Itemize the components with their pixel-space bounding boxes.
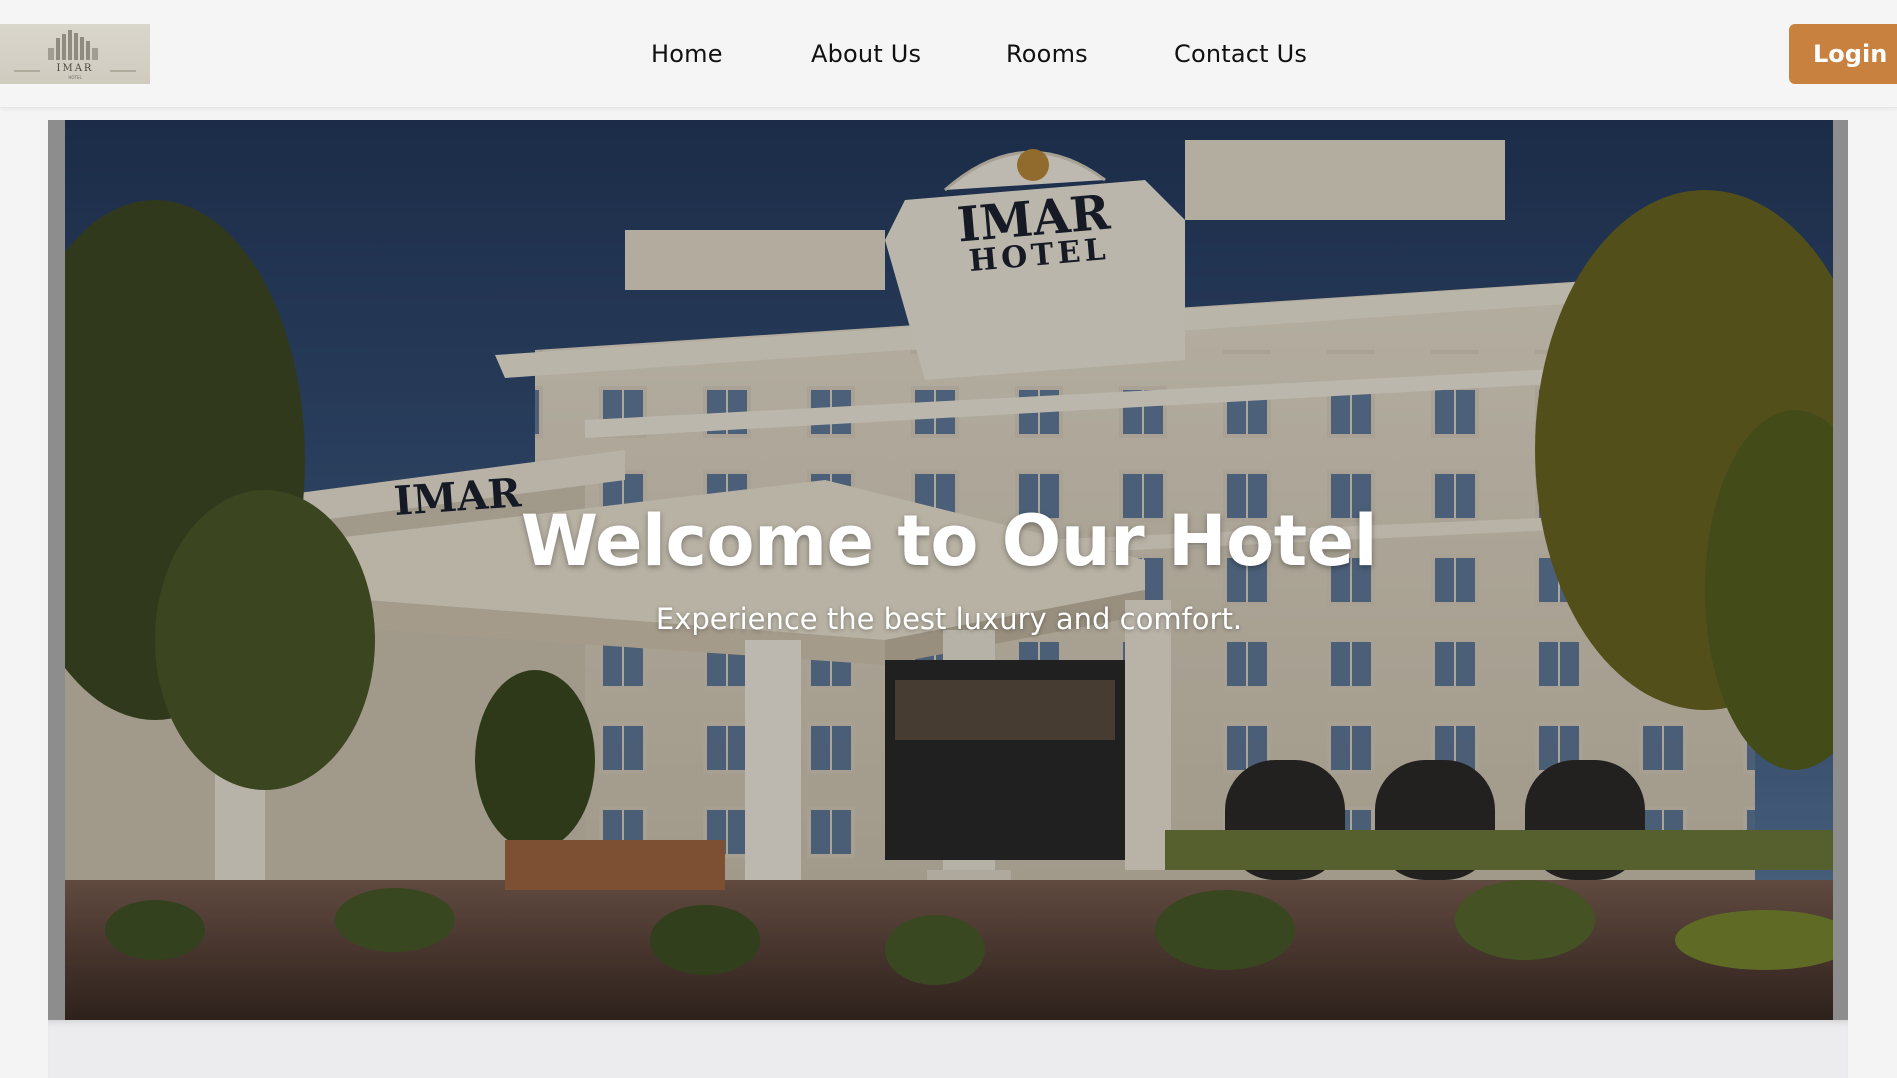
site-header: IMAR HOTEL Home About Us Rooms Contact U…: [0, 0, 1897, 108]
main-nav: Home About Us Rooms Contact Us: [0, 40, 1897, 72]
nav-about-us[interactable]: About Us: [811, 40, 921, 68]
hero-subtitle: Experience the best luxury and comfort.: [655, 602, 1243, 636]
nav-home[interactable]: Home: [651, 40, 723, 68]
nav-rooms[interactable]: Rooms: [1006, 40, 1088, 68]
content-section-top: [48, 1020, 1848, 1078]
hero-banner: IMAR HOTEL IMAR Welcome to Our Hotel Exp…: [65, 120, 1833, 1020]
svg-text:HOTEL: HOTEL: [68, 75, 82, 80]
nav-contact-us[interactable]: Contact Us: [1174, 40, 1307, 68]
hero-title: Welcome to Our Hotel: [520, 500, 1378, 582]
login-button[interactable]: Login: [1789, 24, 1897, 84]
